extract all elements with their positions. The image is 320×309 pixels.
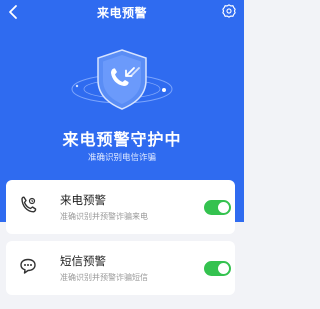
call-warning-title: 来电预警: [60, 193, 106, 207]
sms-warning-toggle[interactable]: [204, 261, 231, 276]
toggle-knob: [218, 263, 229, 274]
shield-incoming-call-icon: [71, 49, 173, 110]
sms-bubble-icon: [20, 258, 36, 274]
gear-icon[interactable]: [222, 4, 236, 18]
hero-subtitle: 准确识别电信诈骗: [87, 153, 156, 163]
sms-warning-description: 准确识别并预警诈骗短信: [60, 273, 148, 282]
toggle-knob: [218, 202, 229, 213]
call-warning-toggle[interactable]: [204, 200, 231, 215]
page-title: 来电预警: [96, 6, 147, 20]
sms-warning-card[interactable]: 短信预警 准确识别并预警诈骗短信: [6, 241, 235, 295]
sms-warning-title: 短信预警: [60, 254, 106, 268]
hero-status-title: 来电预警守护中: [62, 130, 182, 149]
phone-call-icon: [21, 196, 37, 213]
call-warning-description: 准确识别并预警诈骗来电: [60, 212, 148, 221]
top-bar: 来电预警: [0, 0, 244, 26]
call-warning-card[interactable]: 来电预警 准确识别并预警诈骗来电: [6, 180, 235, 234]
